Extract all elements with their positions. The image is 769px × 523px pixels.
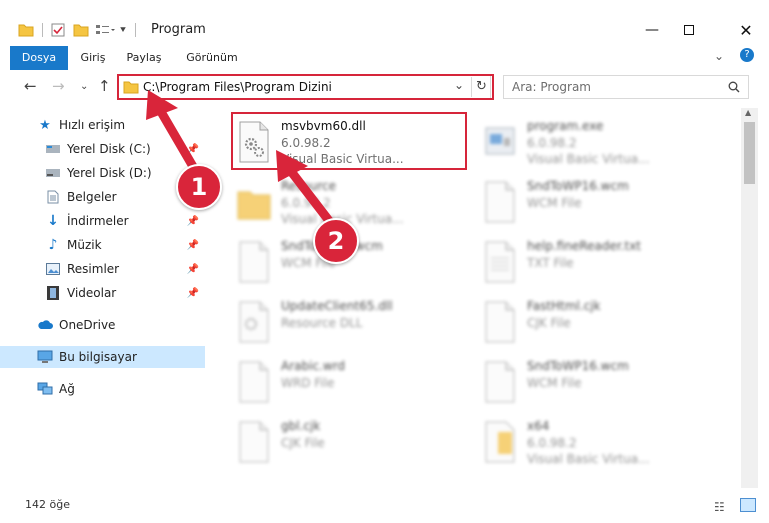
step-1-badge: 1	[176, 164, 222, 210]
annotation-arrows	[146, 90, 335, 227]
arrow-2-shaft	[285, 165, 335, 227]
arrow-1-shaft	[155, 105, 200, 175]
step-2-badge: 2	[313, 218, 359, 264]
